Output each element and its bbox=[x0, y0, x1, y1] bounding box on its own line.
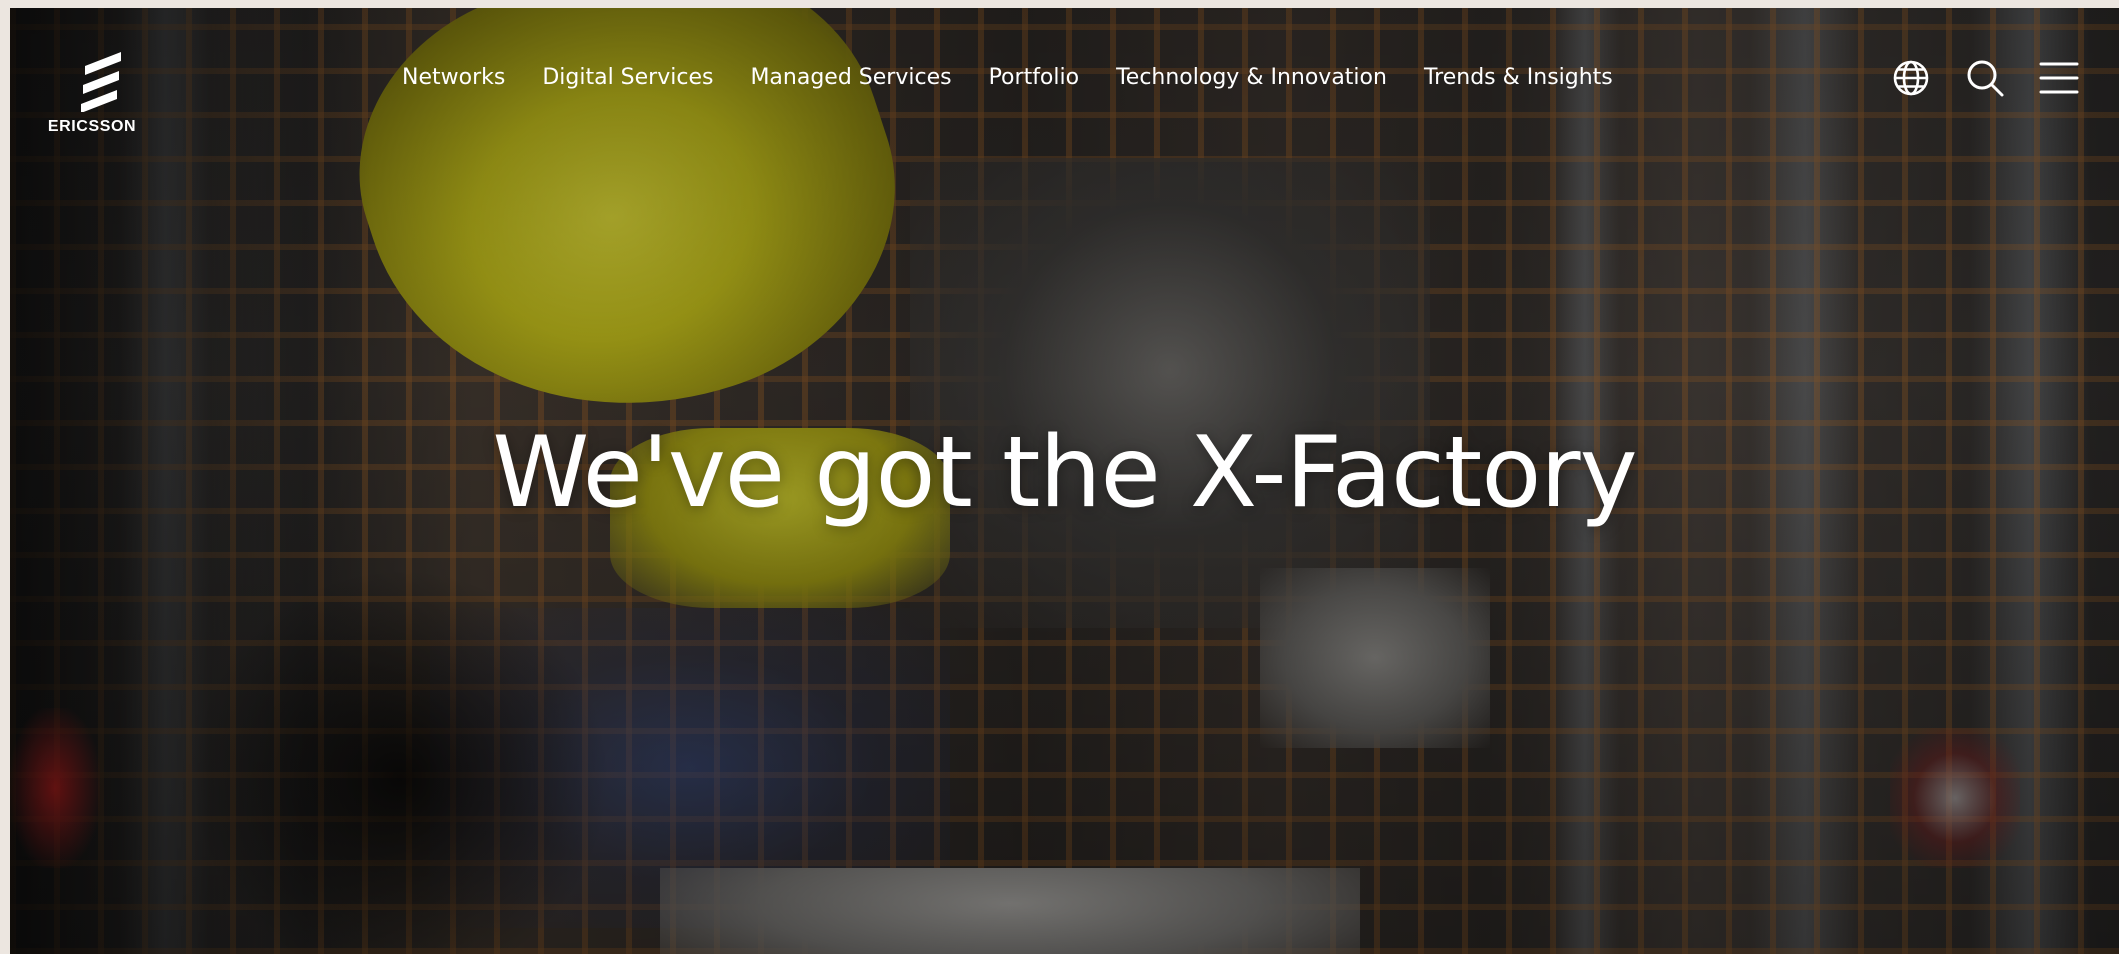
ericsson-logo-icon bbox=[81, 52, 121, 112]
search-icon[interactable] bbox=[1961, 54, 2009, 102]
menu-icon[interactable] bbox=[2035, 54, 2083, 102]
hero-title: We've got the X-Factory bbox=[492, 416, 1637, 530]
ericsson-logo[interactable]: ERICSSON bbox=[42, 52, 142, 147]
brand-name: ERICSSON bbox=[47, 118, 137, 135]
header-actions bbox=[1893, 54, 2119, 102]
nav-item-trends-insights[interactable]: Trends & Insights bbox=[1424, 58, 1613, 98]
globe-icon[interactable] bbox=[1887, 54, 1935, 102]
page: ERICSSON Networks Digital Services Manag… bbox=[10, 8, 2119, 954]
main-nav: Networks Digital Services Managed Servic… bbox=[402, 58, 1613, 98]
nav-item-portfolio[interactable]: Portfolio bbox=[989, 58, 1080, 98]
nav-item-technology-innovation[interactable]: Technology & Innovation bbox=[1116, 58, 1387, 98]
nav-item-managed-services[interactable]: Managed Services bbox=[750, 58, 951, 98]
nav-item-digital-services[interactable]: Digital Services bbox=[542, 58, 713, 98]
site-header: ERICSSON Networks Digital Services Manag… bbox=[10, 8, 2119, 148]
nav-item-networks[interactable]: Networks bbox=[402, 58, 505, 98]
